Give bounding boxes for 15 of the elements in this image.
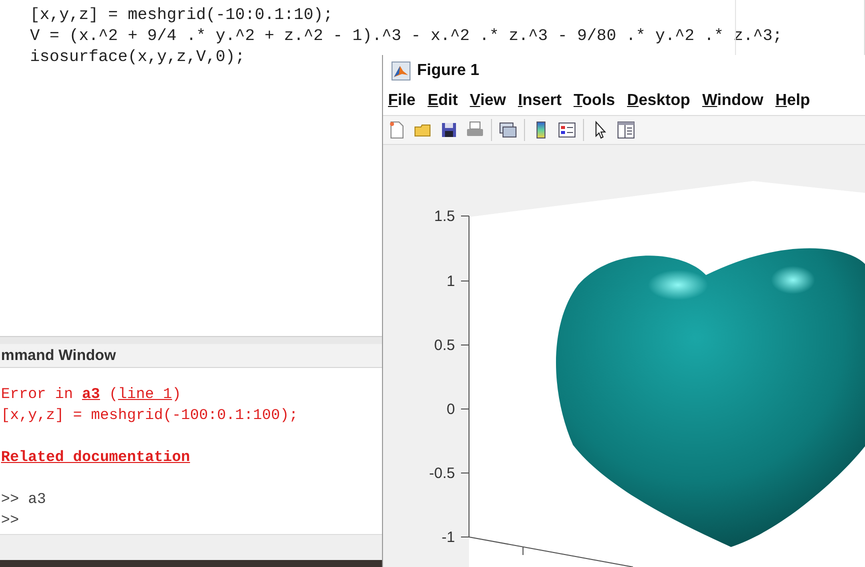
- window-title: Figure 1: [417, 62, 480, 80]
- code-line: [x,y,z] = meshgrid(-10:0.1:10);: [30, 4, 334, 25]
- code-line: isosurface(x,y,z,V,0);: [30, 46, 246, 67]
- tick-label: 1.5: [434, 208, 455, 225]
- panel-title: mmand Window: [1, 347, 116, 364]
- tick-label: -1: [442, 529, 455, 546]
- tick-label: 1: [446, 273, 455, 290]
- code-line: V = (x.^2 + 9/4 .* y.^2 + z.^2 - 1).^3 - x.^2 .* z.^3 - 9/80 .* y.^2 .* z.^3;: [30, 25, 784, 46]
- command-prompt: >>: [1, 511, 20, 531]
- tick-label: -0.5: [429, 465, 455, 482]
- tick-label: 0: [446, 401, 455, 418]
- tick-label: 0.5: [434, 337, 455, 354]
- error-message: Error in a3 (line 1): [1, 385, 182, 405]
- command-prompt: >> a3: [1, 490, 46, 510]
- error-message: [x,y,z] = meshgrid(-100:0.1:100);: [1, 406, 298, 426]
